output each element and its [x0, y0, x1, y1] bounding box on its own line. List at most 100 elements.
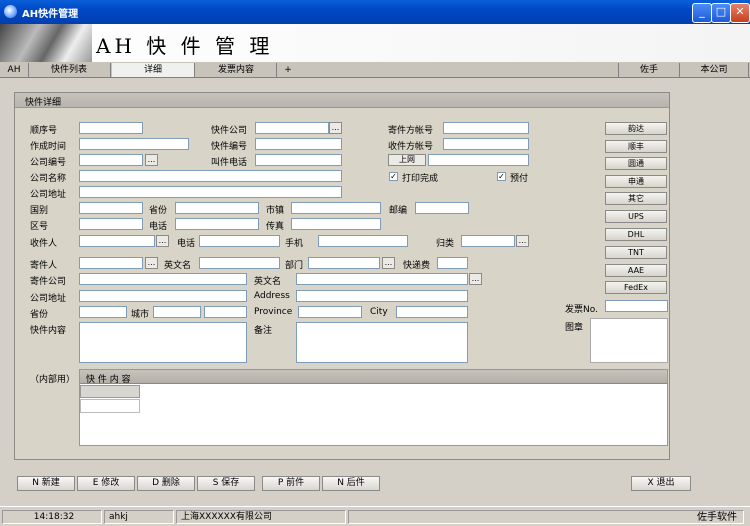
tab-detail[interactable]: 详细 [112, 63, 195, 77]
courier-field[interactable] [255, 122, 329, 134]
country-field[interactable] [79, 202, 143, 214]
minimize-button[interactable]: _ [692, 3, 712, 23]
english-name2-lookup-button[interactable]: ... [469, 273, 482, 285]
company-addr-field[interactable] [79, 186, 342, 198]
phone2-field[interactable] [199, 235, 280, 247]
courier-button-sto[interactable]: 申通 [605, 175, 667, 188]
close-button[interactable]: ✕ [730, 3, 750, 23]
tab-bar: AH 快件列表 详细 发票内容 + 佐手 本公司 [0, 62, 750, 78]
seq-field[interactable] [79, 122, 143, 134]
fee-field[interactable] [437, 257, 468, 269]
district-field[interactable] [79, 218, 143, 230]
courier-button-ups[interactable]: UPS [605, 210, 667, 223]
city2-field[interactable] [153, 306, 201, 318]
province-en-field[interactable] [298, 306, 362, 318]
delete-button[interactable]: D 删除 [137, 476, 195, 491]
english-name-field[interactable] [199, 257, 280, 269]
courier-button-other[interactable]: 其它 [605, 192, 667, 205]
category-field[interactable] [461, 235, 515, 247]
invoice-no-field[interactable] [605, 300, 668, 312]
dept-field[interactable] [308, 257, 380, 269]
courier-button-fedex[interactable]: FedEx [605, 281, 667, 294]
english-name2-field[interactable] [296, 273, 468, 285]
tab-right-company[interactable]: 本公司 [680, 63, 749, 77]
label-fax: 传真 [266, 222, 285, 232]
sender-company-field[interactable] [79, 273, 247, 285]
call-phone-field[interactable] [255, 154, 342, 166]
sender-acct-field[interactable] [443, 122, 529, 134]
print-done-checkbox[interactable]: ✓ [389, 172, 398, 181]
banner: AH 快 件 管 理 [0, 24, 750, 62]
receiver-acct-field[interactable] [443, 138, 529, 150]
label-sender: 寄件人 [30, 261, 58, 271]
label-remark: 备注 [254, 326, 273, 336]
courier-button-dhl[interactable]: DHL [605, 228, 667, 241]
label-city-town: 市镇 [266, 206, 285, 216]
maximize-button[interactable]: □ [711, 3, 731, 23]
label-category: 归类 [436, 239, 455, 249]
label-fee: 快递费 [403, 261, 431, 271]
courier-button-sf[interactable]: 顺丰 [605, 140, 667, 153]
address-en-field[interactable] [296, 290, 468, 302]
recipient-field[interactable] [79, 235, 155, 247]
grid-row[interactable] [80, 385, 140, 398]
save-button[interactable]: S 保存 [197, 476, 255, 491]
phone-field[interactable] [175, 218, 259, 230]
content-field[interactable] [79, 322, 247, 363]
courier-button-tnt[interactable]: TNT [605, 246, 667, 259]
courier-button-yto[interactable]: 圆通 [605, 157, 667, 170]
remark-field[interactable] [296, 322, 468, 363]
label-phone2: 电话 [177, 239, 196, 249]
province2-field[interactable] [79, 306, 127, 318]
label-invoice-no: 发票No. [565, 305, 598, 315]
next-button[interactable]: N 后件 [322, 476, 380, 491]
sender-lookup-button[interactable]: ... [145, 257, 158, 269]
recipient-lookup-button[interactable]: ... [156, 235, 169, 247]
online-button[interactable]: 上网 [388, 154, 426, 166]
city-town-field[interactable] [291, 202, 381, 214]
tab-list[interactable]: 快件列表 [28, 63, 111, 77]
company-addr2-field[interactable] [79, 290, 247, 302]
exit-button[interactable]: X 退出 [631, 476, 691, 491]
sender-field[interactable] [79, 257, 143, 269]
tab-add[interactable]: + [278, 63, 298, 77]
tab-invoice[interactable]: 发票内容 [196, 63, 277, 77]
edit-button[interactable]: E 修改 [77, 476, 135, 491]
postcode-field[interactable] [415, 202, 469, 214]
province-field[interactable] [175, 202, 259, 214]
grid-header: 快 件 内 容 [86, 375, 131, 385]
prev-button[interactable]: P 前件 [262, 476, 320, 491]
status-bar: 14:18:32 ahkj 上海XXXXXX有限公司 佐手软件 [0, 506, 750, 526]
tab-ah[interactable]: AH [0, 63, 29, 77]
city-en-field[interactable] [396, 306, 468, 318]
courier-button-aae[interactable]: AAE [605, 264, 667, 277]
city2-extra-field[interactable] [204, 306, 247, 318]
app-icon [4, 5, 17, 18]
label-seq: 顺序号 [30, 126, 58, 136]
online-field[interactable] [428, 154, 529, 166]
new-button[interactable]: N 新建 [17, 476, 75, 491]
prepaid-checkbox[interactable]: ✓ [497, 172, 506, 181]
company-no-field[interactable] [79, 154, 143, 166]
tab-right-zuoshou[interactable]: 佐手 [618, 63, 680, 77]
label-internal: （内部用） [30, 375, 76, 385]
label-province2: 省份 [30, 310, 49, 320]
category-lookup-button[interactable]: ... [516, 235, 529, 247]
label-district: 区号 [30, 222, 49, 232]
label-company-addr2: 公司地址 [30, 294, 67, 304]
fax-field[interactable] [291, 218, 381, 230]
grid-row[interactable] [80, 399, 140, 413]
dept-lookup-button[interactable]: ... [382, 257, 395, 269]
created-field[interactable] [79, 138, 189, 150]
waybill-field[interactable] [255, 138, 342, 150]
courier-button-yunda[interactable]: 韵达 [605, 122, 667, 135]
label-country: 国别 [30, 206, 49, 216]
content-grid[interactable]: 快 件 内 容 [79, 369, 668, 446]
company-name-field[interactable] [79, 170, 342, 182]
label-sender-company: 寄件公司 [30, 277, 67, 287]
label-content: 快件内容 [30, 326, 67, 336]
label-print-done: 打印完成 [402, 174, 439, 184]
courier-lookup-button[interactable]: ... [329, 122, 342, 134]
company-no-lookup-button[interactable]: ... [145, 154, 158, 166]
mobile-field[interactable] [318, 235, 408, 247]
